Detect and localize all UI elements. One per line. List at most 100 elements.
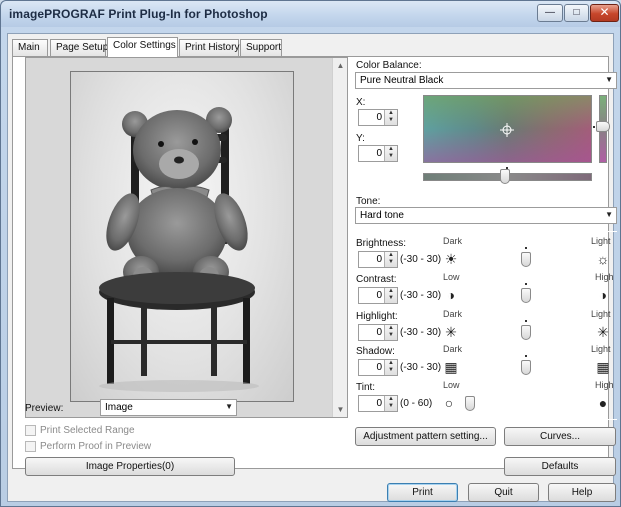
- print-selected-range-label: Print Selected Range: [40, 425, 135, 436]
- defaults-button[interactable]: Defaults: [504, 457, 616, 476]
- tint-value: 0: [376, 398, 382, 409]
- color-balance-select[interactable]: Pure Neutral Black ▼: [355, 72, 617, 89]
- tab-main[interactable]: Main: [12, 39, 48, 56]
- crosshair-icon: [500, 123, 514, 137]
- tint-high-label: High: [595, 380, 614, 390]
- print-selected-range-checkbox[interactable]: [25, 425, 36, 436]
- chevron-down-icon: ▼: [605, 75, 613, 84]
- shadow-low-label: Dark: [443, 344, 463, 354]
- preview-select-value: Image: [105, 402, 133, 413]
- color-balance-pad[interactable]: [423, 95, 592, 163]
- shadow-label: Shadow:: [356, 346, 395, 357]
- horizontal-balance-thumb[interactable]: [500, 169, 510, 184]
- contrast-center-tick: [525, 283, 527, 285]
- close-icon[interactable]: ✕: [590, 4, 619, 22]
- tab-support[interactable]: Support: [240, 39, 282, 56]
- x-value: 0: [376, 112, 382, 123]
- tone-value: Hard tone: [360, 210, 404, 221]
- tint-high-icon: ●: [598, 395, 608, 411]
- brightness-low-label: Dark: [443, 236, 463, 246]
- highlight-dark-icon: ✳: [445, 324, 457, 340]
- x-spinner[interactable]: 0 ▲ ▼: [358, 109, 398, 126]
- scroll-up-icon[interactable]: ▲: [333, 61, 348, 70]
- preview-select[interactable]: Image ▼: [100, 399, 237, 416]
- preview-image: [70, 71, 294, 402]
- tint-range-label: (0 - 60): [400, 398, 433, 409]
- shadow-slider-thumb[interactable]: [521, 360, 531, 375]
- perform-proof-checkbox[interactable]: [25, 441, 36, 452]
- highlight-spinner[interactable]: 0 ▲ ▼: [358, 324, 398, 341]
- y-value: 0: [376, 148, 382, 159]
- highlight-value: 0: [376, 327, 382, 338]
- tint-spin-buttons[interactable]: ▲ ▼: [384, 396, 397, 411]
- highlight-range-label: (-30 - 30): [400, 327, 442, 338]
- separator: [355, 419, 617, 420]
- shadow-spinner[interactable]: 0 ▲ ▼: [358, 359, 398, 376]
- shadow-spin-buttons[interactable]: ▲ ▼: [384, 360, 397, 375]
- brightness-value: 0: [376, 254, 382, 265]
- contrast-slider-thumb[interactable]: [521, 288, 531, 303]
- contrast-spin-buttons[interactable]: ▲ ▼: [384, 288, 397, 303]
- window-title: imagePROGRAF Print Plug-In for Photoshop: [9, 7, 268, 21]
- contrast-low-icon: ◑: [446, 287, 456, 303]
- color-balance-label: Color Balance:: [356, 60, 422, 71]
- highlight-center-tick: [525, 320, 527, 322]
- highlight-label: Highlight:: [356, 311, 398, 322]
- shadow-value: 0: [376, 362, 382, 373]
- tab-print-history[interactable]: Print History: [179, 39, 239, 56]
- tone-label: Tone:: [356, 196, 381, 207]
- brightness-spinner[interactable]: 0 ▲ ▼: [358, 251, 398, 268]
- tint-label: Tint:: [356, 382, 376, 393]
- quit-button[interactable]: Quit: [468, 483, 539, 502]
- vertical-balance-thumb[interactable]: [596, 121, 610, 132]
- title-bar[interactable]: imagePROGRAF Print Plug-In for Photoshop…: [1, 1, 620, 27]
- highlight-low-label: Dark: [443, 309, 463, 319]
- tab-page-setup[interactable]: Page Setup: [50, 39, 108, 56]
- help-button[interactable]: Help: [548, 483, 616, 502]
- preview-scrollbar[interactable]: ▲ ▼: [332, 58, 347, 417]
- contrast-label: Contrast:: [356, 274, 397, 285]
- contrast-value: 0: [376, 290, 382, 301]
- tint-slider[interactable]: [470, 404, 582, 405]
- preview-area[interactable]: ▲ ▼: [25, 57, 348, 418]
- x-spin-buttons[interactable]: ▲ ▼: [384, 110, 397, 125]
- brightness-spin-buttons[interactable]: ▲ ▼: [384, 252, 397, 267]
- curves-button[interactable]: Curves...: [504, 427, 616, 446]
- shadow-light-icon: ▦: [596, 359, 610, 375]
- tint-low-icon: ○: [444, 395, 454, 411]
- y-spin-buttons[interactable]: ▲ ▼: [384, 146, 397, 161]
- y-spinner[interactable]: 0 ▲ ▼: [358, 145, 398, 162]
- brightness-slider-thumb[interactable]: [521, 252, 531, 267]
- brightness-center-tick: [525, 247, 527, 249]
- x-label: X:: [356, 97, 366, 108]
- y-label: Y:: [356, 133, 365, 144]
- shadow-high-label: Light: [591, 344, 611, 354]
- image-properties-button[interactable]: Image Properties(0): [25, 457, 235, 476]
- highlight-high-label: Light: [591, 309, 611, 319]
- teddy-bear-chair-image: [99, 107, 259, 392]
- brightness-label: Brightness:: [356, 238, 407, 249]
- print-button[interactable]: Print: [387, 483, 458, 502]
- tab-color-settings[interactable]: Color Settings: [107, 37, 178, 57]
- minimize-icon[interactable]: —: [537, 4, 563, 22]
- maximize-icon[interactable]: □: [564, 4, 589, 22]
- highlight-light-icon: ✳: [597, 324, 609, 340]
- tint-spinner[interactable]: 0 ▲ ▼: [358, 395, 398, 412]
- scroll-down-icon[interactable]: ▼: [333, 405, 348, 414]
- contrast-high-icon: ◑: [598, 287, 608, 303]
- perform-proof-label: Perform Proof in Preview: [40, 441, 152, 452]
- sun-large-icon: ☼: [596, 251, 610, 267]
- tone-select[interactable]: Hard tone ▼: [355, 207, 617, 224]
- color-balance-value: Pure Neutral Black: [360, 75, 444, 86]
- separator: [355, 231, 617, 232]
- contrast-spinner[interactable]: 0 ▲ ▼: [358, 287, 398, 304]
- contrast-range-label: (-30 - 30): [400, 290, 442, 301]
- highlight-slider-thumb[interactable]: [521, 325, 531, 340]
- highlight-spin-buttons[interactable]: ▲ ▼: [384, 325, 397, 340]
- preview-label: Preview:: [25, 403, 64, 414]
- chevron-down-icon: ▼: [225, 402, 233, 411]
- tint-slider-thumb[interactable]: [465, 396, 475, 411]
- shadow-dark-icon: ▦: [444, 359, 458, 375]
- vertical-balance-center-tick: [593, 126, 595, 128]
- adjustment-pattern-button[interactable]: Adjustment pattern setting...: [355, 427, 496, 446]
